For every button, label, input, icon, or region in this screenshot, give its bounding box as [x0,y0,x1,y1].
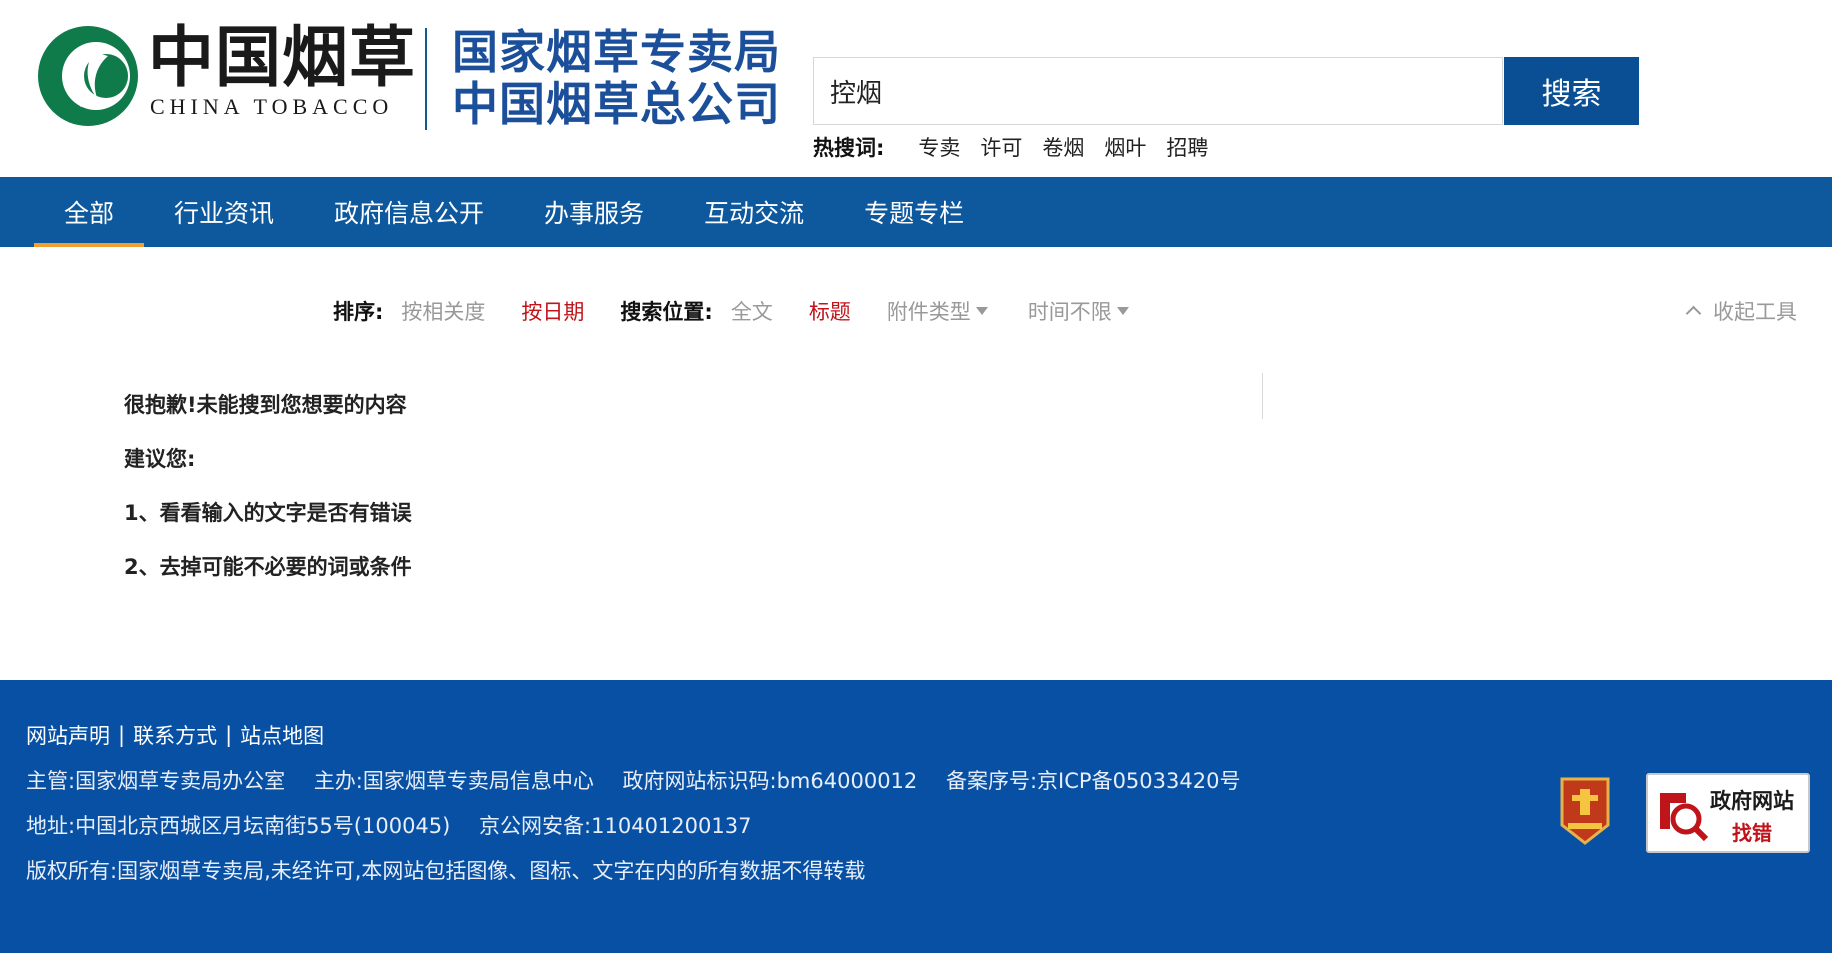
footer-link-sitemap[interactable]: 站点地图 [240,720,324,750]
results-divider [1262,373,1263,419]
hot-word-juanyan[interactable]: 卷烟 [1042,132,1084,162]
nav-tab-services[interactable]: 办事服务 [514,177,674,247]
site-header: 中国烟草 CHINA TOBACCO 国家烟草专卖局 中国烟草总公司 搜索 热搜… [0,0,1832,177]
footer-gov-code: 政府网站标识码:bm64000012 [622,769,918,793]
gov-badge-subtitle: 找错 [1732,821,1772,845]
hot-search-label: 热搜词: [813,136,885,160]
hot-word-yanye[interactable]: 烟叶 [1104,132,1146,162]
footer-links: 网站声明 | 联系方式 | 站点地图 [26,720,324,750]
brand-chinese-name: 中国烟草 [148,18,416,96]
time-range-label: 时间不限 [1027,300,1112,324]
sort-by-date[interactable]: 按日期 [521,296,584,326]
footer-info-line-2: 地址:中国北京西城区月坛南街55号(100045) 京公网安备:11040120… [26,810,773,840]
nav-tab-gov-info[interactable]: 政府信息公开 [304,177,514,247]
party-gov-badge-icon[interactable] [1556,775,1614,847]
sort-label: 排序: [333,300,384,324]
org-line-2: 中国烟草总公司 [452,77,781,131]
search-position-label: 搜索位置: [620,300,713,324]
china-tobacco-logo-icon[interactable] [36,22,140,130]
position-title[interactable]: 标题 [809,296,851,326]
gov-badge-title: 政府网站 [1710,789,1794,813]
caret-down-icon [975,307,988,315]
attachment-type-label: 附件类型 [886,300,971,324]
brand-divider [425,28,427,130]
footer-supervisor: 主管:国家烟草专卖局办公室 [26,769,286,793]
nav-tab-interaction[interactable]: 互动交流 [674,177,834,247]
nav-tab-all[interactable]: 全部 [34,177,145,247]
search-input[interactable] [814,58,1502,124]
caret-down-icon [1116,307,1129,315]
footer-address: 地址:中国北京西城区月坛南街55号(100045) [26,814,451,838]
site-footer: 网站声明 | 联系方式 | 站点地图 主管:国家烟草专卖局办公室 主办:国家烟草… [0,680,1832,953]
hot-word-zhuanmai[interactable]: 专卖 [918,132,960,162]
footer-link-separator: | [225,723,233,747]
org-line-1: 国家烟草专卖局 [452,25,781,79]
collapse-tools-label: 收起工具 [1713,300,1797,324]
footer-sponsor: 主办:国家烟草专卖局信息中心 [313,769,594,793]
suggestion-item-2: 2、去掉可能不必要的词或条件 [124,555,412,579]
footer-icp[interactable]: 备案序号:京ICP备05033420号 [946,769,1240,793]
suggestion-heading: 建议您: [124,447,196,471]
suggestion-item-1: 1、看看输入的文字是否有错误 [124,501,412,525]
footer-link-separator: | [118,723,126,747]
brand-english-name: CHINA TOBACCO [150,94,394,119]
footer-police-record[interactable]: 京公网安备:110401200137 [479,814,751,838]
search-box [813,57,1503,125]
category-nav: 全部 行业资讯 政府信息公开 办事服务 互动交流 专题专栏 [0,177,1832,247]
organization-name: 国家烟草专卖局 中国烟草总公司 [452,26,781,130]
footer-info-line-1: 主管:国家烟草专卖局办公室 主办:国家烟草专卖局信息中心 政府网站标识码:bm6… [26,765,1262,795]
hot-word-xuke[interactable]: 许可 [980,132,1022,162]
position-fulltext[interactable]: 全文 [731,296,773,326]
no-results-message: 很抱歉!未能搜到您想要的内容 [124,393,407,417]
nav-tab-industry-news[interactable]: 行业资讯 [144,177,304,247]
footer-link-statement[interactable]: 网站声明 [26,720,110,750]
sort-by-relevance[interactable]: 按相关度 [401,296,485,326]
hot-search-words: 热搜词: 专卖 许可 卷烟 烟叶 招聘 [813,132,1208,162]
nav-tab-topics[interactable]: 专题专栏 [834,177,994,247]
footer-copyright: 版权所有:国家烟草专卖局,未经许可,本网站包括图像、图标、文字在内的所有数据不得… [26,859,866,883]
footer-link-contact[interactable]: 联系方式 [133,720,217,750]
magnifier-icon [1660,793,1709,842]
hot-word-zhaopin[interactable]: 招聘 [1166,132,1208,162]
time-range-dropdown[interactable]: 时间不限 [1028,296,1129,326]
gov-website-error-report[interactable]: 政府网站 找错 [1646,773,1810,853]
chevron-up-icon [1685,305,1702,322]
attachment-type-dropdown[interactable]: 附件类型 [887,296,988,326]
search-button[interactable]: 搜索 [1504,57,1639,125]
search-toolbar: 排序: 按相关度 按日期 搜索位置: 全文 标题 附件类型 时间不限 [333,296,1169,326]
collapse-tools-button[interactable]: 收起工具 [1685,296,1797,326]
